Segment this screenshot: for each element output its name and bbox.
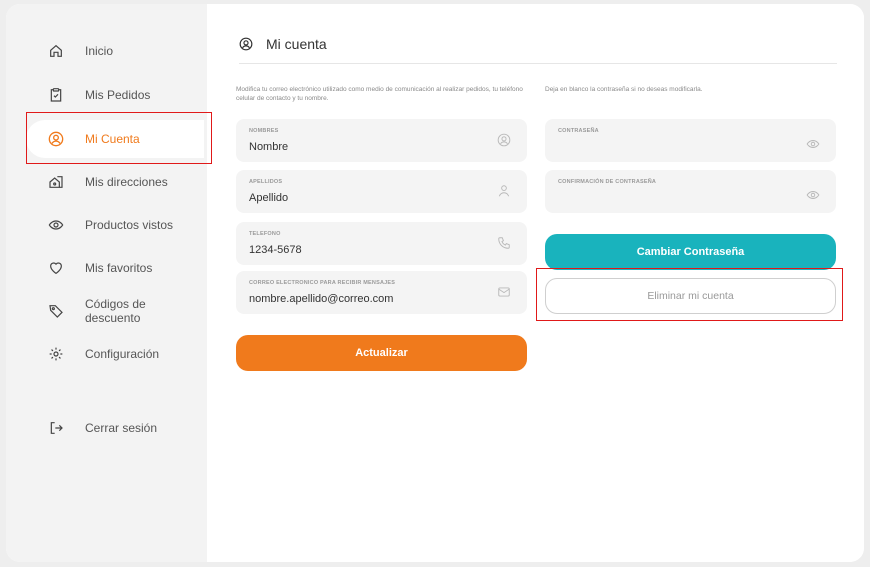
eye-icon[interactable] <box>806 188 820 202</box>
sidebar-item-label: Inicio <box>85 44 114 58</box>
main-panel: Mi cuenta Modifica tu correo electrónico… <box>207 4 864 562</box>
orders-icon <box>48 87 64 103</box>
contrasena-label: CONTRASEÑA <box>558 128 599 134</box>
page-title: Mi cuenta <box>266 36 327 52</box>
sidebar-item-cerrar-sesion[interactable]: Cerrar sesión <box>26 409 204 447</box>
page-header: Mi cuenta <box>239 36 327 52</box>
profile-description: Modifica tu correo electrónico utilizado… <box>236 86 523 102</box>
sidebar-item-label: Mis direcciones <box>85 175 168 189</box>
sidebar-item-codigos-descuento[interactable]: Códigos de descuento <box>26 292 204 330</box>
user-circle-icon <box>497 133 511 147</box>
confirmacion-label: CONFIRMACIÓN DE CONTRASEÑA <box>558 179 657 185</box>
sidebar-item-productos-vistos[interactable]: Productos vistos <box>26 206 204 244</box>
cambiar-contrasena-button[interactable]: Cambiar Contraseña <box>545 234 836 270</box>
gear-icon <box>48 346 64 362</box>
password-description: Deja en blanco la contraseña si no desea… <box>545 86 703 93</box>
phone-icon <box>497 236 511 250</box>
user-icon <box>497 184 511 198</box>
contrasena-field[interactable]: CONTRASEÑA <box>545 119 836 162</box>
nombres-field[interactable]: NOMBRES Nombre <box>236 119 527 162</box>
sidebar-item-inicio[interactable]: Inicio <box>26 32 204 70</box>
sidebar-item-mi-cuenta[interactable]: Mi Cuenta <box>26 120 204 158</box>
apellidos-value: Apellido <box>249 192 289 204</box>
actualizar-button[interactable]: Actualizar <box>236 335 527 371</box>
eliminar-cuenta-button[interactable]: Eliminar mi cuenta <box>545 278 836 314</box>
logout-icon <box>48 420 64 436</box>
telefono-label: TELEFONO <box>249 231 281 237</box>
heart-icon <box>48 260 64 276</box>
confirmacion-field[interactable]: CONFIRMACIÓN DE CONTRASEÑA <box>545 170 836 213</box>
telefono-field[interactable]: TELEFONO 1234-5678 <box>236 222 527 265</box>
sidebar-item-label: Configuración <box>85 347 160 361</box>
sidebar-item-label: Mis Pedidos <box>85 88 151 102</box>
sidebar-item-configuracion[interactable]: Configuración <box>26 335 204 373</box>
telefono-value: 1234-5678 <box>249 244 302 256</box>
sidebar-item-label: Cerrar sesión <box>85 421 158 435</box>
sidebar-item-label: Productos vistos <box>85 218 174 232</box>
home-icon <box>48 43 64 59</box>
nombres-label: NOMBRES <box>249 128 279 134</box>
sidebar-item-label: Mis favoritos <box>85 261 153 275</box>
sidebar-item-label: Mi Cuenta <box>85 132 140 146</box>
eye-icon[interactable] <box>806 137 820 151</box>
sidebar-item-mis-pedidos[interactable]: Mis Pedidos <box>26 76 204 114</box>
user-circle-icon <box>48 131 64 147</box>
correo-value: nombre.apellido@correo.com <box>249 293 394 305</box>
header-divider <box>239 63 837 64</box>
sidebar-item-label: Códigos de descuento <box>85 297 146 325</box>
tag-icon <box>48 303 64 319</box>
apellidos-label: APELLIDOS <box>249 179 283 185</box>
correo-field[interactable]: CORREO ELECTRONICO PARA RECIBIR MENSAJES… <box>236 271 527 314</box>
sidebar-item-mis-direcciones[interactable]: Mis direcciones <box>26 163 204 201</box>
nombres-value: Nombre <box>249 141 289 153</box>
user-circle-icon <box>239 37 253 51</box>
eye-icon <box>48 217 64 233</box>
apellidos-field[interactable]: APELLIDOS Apellido <box>236 170 527 213</box>
sidebar-item-mis-favoritos[interactable]: Mis favoritos <box>26 249 204 287</box>
mail-icon <box>497 285 511 299</box>
house-location-icon <box>48 174 64 190</box>
correo-label: CORREO ELECTRONICO PARA RECIBIR MENSAJES <box>249 280 396 286</box>
